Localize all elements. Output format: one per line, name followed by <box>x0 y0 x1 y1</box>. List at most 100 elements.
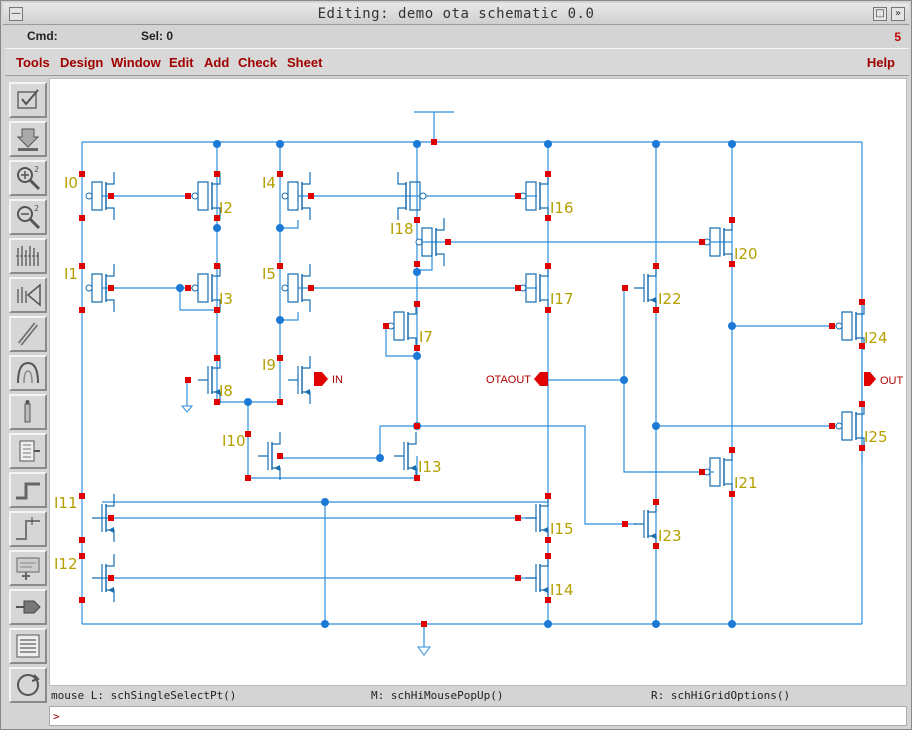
instance-label-i15[interactable]: I15 <box>550 520 574 538</box>
menu-edit[interactable]: Edit <box>169 55 194 70</box>
arc-icon <box>17 361 39 384</box>
ground-symbol-i8 <box>180 405 194 413</box>
pin-button[interactable] <box>9 589 47 625</box>
instance-label-i18[interactable]: I18 <box>390 220 414 238</box>
instance-label-i22[interactable]: I22 <box>658 290 682 308</box>
property-button[interactable] <box>9 550 47 586</box>
instance-icon <box>19 440 40 462</box>
instance-label-i21[interactable]: I21 <box>734 474 758 492</box>
schematic-canvas[interactable]: IN OTAOUT OUT I0 I1 I2 I3 I4 I5 I7 I8 I9… <box>49 78 907 686</box>
stretch-icon <box>16 246 40 266</box>
instance-button[interactable] <box>9 433 47 469</box>
wire-button[interactable] <box>9 316 47 352</box>
arc-button[interactable] <box>9 355 47 391</box>
instance-label-i7[interactable]: I7 <box>419 328 433 346</box>
ground-symbol <box>417 646 431 656</box>
repeat-icon <box>17 674 40 696</box>
instance-label-i2[interactable]: I2 <box>219 199 233 217</box>
command-line: > <box>49 706 907 726</box>
pin-out-shape <box>864 372 876 386</box>
instance-label-i20[interactable]: I20 <box>734 245 758 263</box>
netlist-button[interactable] <box>9 628 47 664</box>
check-button[interactable] <box>9 82 47 118</box>
instance-label-i24[interactable]: I24 <box>864 329 888 347</box>
instance-label-i23[interactable]: I23 <box>658 527 682 545</box>
instance-label-i1[interactable]: I1 <box>64 265 78 283</box>
transistor-devices <box>85 171 865 603</box>
svg-text:2: 2 <box>34 204 39 213</box>
menu-help[interactable]: Help <box>867 55 895 70</box>
title-bar[interactable]: — Editing: demo ota schematic 0.0 □ » <box>3 3 909 25</box>
menu-design[interactable]: Design <box>60 55 103 70</box>
copy-icon <box>17 283 41 307</box>
instance-labels: I0 I1 I2 I3 I4 I5 I7 I8 I9 I10 I11 I12 I… <box>54 174 888 599</box>
instance-label-i3[interactable]: I3 <box>219 290 233 308</box>
wire-icon <box>18 322 38 346</box>
copy-button[interactable] <box>9 277 47 313</box>
save-button[interactable] <box>9 121 47 157</box>
bend-button[interactable] <box>9 511 47 547</box>
route-button[interactable] <box>9 472 47 508</box>
menu-sheet[interactable]: Sheet <box>287 55 322 70</box>
menu-add[interactable]: Add <box>204 55 229 70</box>
selection-count: Sel: 0 <box>141 29 174 43</box>
label-icon <box>24 400 31 423</box>
command-status-bar: Cmd: Sel: 0 5 <box>5 26 909 46</box>
instance-label-i16[interactable]: I16 <box>550 199 574 217</box>
repeat-button[interactable] <box>9 667 47 703</box>
schematic-window: — Editing: demo ota schematic 0.0 □ » Cm… <box>0 0 912 730</box>
instance-label-i4[interactable]: I4 <box>262 174 276 192</box>
instance-label-i12[interactable]: I12 <box>54 555 78 573</box>
bend-icon <box>16 517 40 540</box>
stretch-button[interactable] <box>9 238 47 274</box>
property-icon <box>16 557 40 580</box>
instance-label-i17[interactable]: I17 <box>550 290 574 308</box>
cmd-label: Cmd: <box>27 29 58 43</box>
command-counter: 5 <box>894 30 901 44</box>
command-prompt: > <box>53 710 60 723</box>
instance-label-i11[interactable]: I11 <box>54 494 78 512</box>
ota-schematic[interactable]: IN OTAOUT OUT I0 I1 I2 I3 I4 I5 I7 I8 I9… <box>50 79 908 687</box>
mouse-middle-binding: M: schHiMousePopUp() <box>371 689 504 702</box>
zoom-out-button[interactable]: 2 <box>9 199 47 235</box>
instance-label-i0[interactable]: I0 <box>64 174 78 192</box>
zoom-in-icon: 2 <box>17 165 41 191</box>
menu-tools[interactable]: Tools <box>16 55 50 70</box>
maximize-button[interactable]: » <box>891 7 905 21</box>
menu-bar: Tools Design Window Edit Add Check Sheet… <box>5 48 909 76</box>
minimize-button[interactable]: □ <box>873 7 887 21</box>
pin-otaout-shape <box>534 372 548 386</box>
mouse-binding-bar: mouse L: schSingleSelectPt() M: schHiMou… <box>49 687 907 704</box>
command-input[interactable] <box>66 708 896 724</box>
menu-window[interactable]: Window <box>111 55 161 70</box>
io-pins <box>314 372 876 386</box>
signal-wires <box>102 142 863 624</box>
mouse-right-binding: R: schHiGridOptions() <box>651 689 791 702</box>
instance-label-i5[interactable]: I5 <box>262 265 276 283</box>
instance-label-i14[interactable]: I14 <box>550 581 574 599</box>
junction-dots <box>176 140 736 628</box>
menu-check[interactable]: Check <box>238 55 277 70</box>
instance-label-i10[interactable]: I10 <box>222 432 246 450</box>
label-button[interactable] <box>9 394 47 430</box>
mouse-left-binding: mouse L: schSingleSelectPt() <box>51 689 237 702</box>
check-icon <box>17 89 39 109</box>
svg-text:2: 2 <box>34 165 39 174</box>
terminal-squares <box>79 139 865 627</box>
icon-toolbar: 2 2 <box>5 78 49 710</box>
pin-icon <box>16 600 41 614</box>
instance-label-i13[interactable]: I13 <box>418 458 442 476</box>
pin-out-label: OUT <box>880 375 904 387</box>
netlist-icon <box>16 634 40 658</box>
instance-label-i8[interactable]: I8 <box>219 382 233 400</box>
pin-in-label: IN <box>332 374 343 386</box>
pin-otaout-label: OTAOUT <box>486 374 531 386</box>
zoom-in-button[interactable]: 2 <box>9 160 47 196</box>
window-title: Editing: demo ota schematic 0.0 <box>317 6 595 22</box>
zoom-out-icon: 2 <box>17 204 41 230</box>
save-icon <box>16 128 40 151</box>
instance-label-i9[interactable]: I9 <box>262 356 276 374</box>
route-icon <box>16 482 40 500</box>
pin-in-shape <box>314 372 328 386</box>
instance-label-i25[interactable]: I25 <box>864 428 888 446</box>
